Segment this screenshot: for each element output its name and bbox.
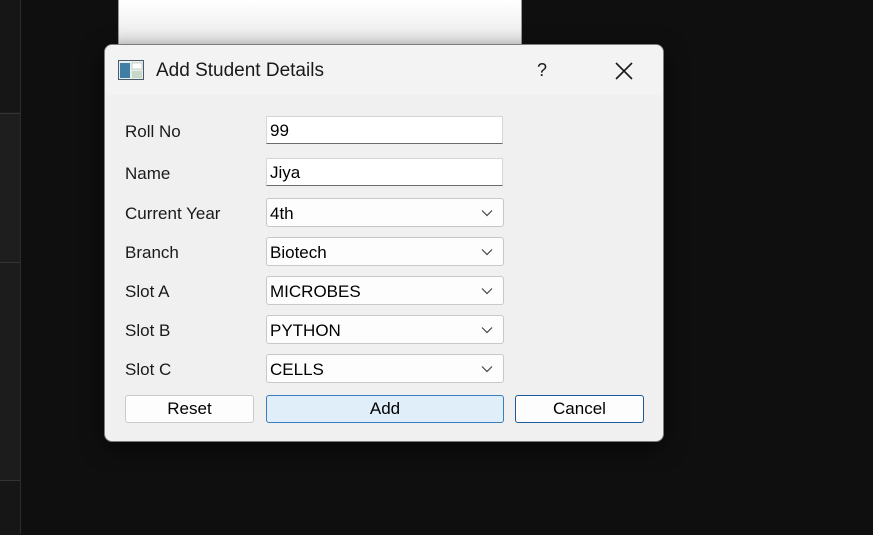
roll-no-label: Roll No — [125, 122, 181, 141]
form-window-icon — [118, 60, 144, 80]
chevron-down-icon — [481, 288, 493, 295]
slot-c-value: CELLS — [270, 360, 324, 379]
slot-a-combobox[interactable]: MICROBES — [266, 276, 504, 305]
help-button[interactable]: ? — [517, 53, 567, 87]
add-button[interactable]: Add — [266, 395, 504, 423]
background-panel — [0, 480, 20, 535]
chevron-down-icon — [481, 327, 493, 334]
dialog-title: Add Student Details — [156, 60, 324, 81]
close-icon — [615, 62, 633, 80]
slot-a-label: Slot A — [125, 282, 170, 301]
slot-b-combobox[interactable]: PYTHON — [266, 315, 504, 344]
branch-label: Branch — [125, 243, 179, 262]
chevron-down-icon — [481, 249, 493, 256]
background-panel — [0, 0, 20, 112]
slot-c-label: Slot C — [125, 360, 172, 379]
current-year-label: Current Year — [125, 204, 221, 223]
add-student-dialog: Add Student Details ? Roll No 99 Name Ji… — [104, 44, 664, 442]
slot-a-value: MICROBES — [270, 282, 361, 301]
current-year-combobox[interactable]: 4th — [266, 198, 504, 227]
roll-no-input[interactable]: 99 — [266, 116, 503, 144]
reset-button[interactable]: Reset — [125, 395, 254, 423]
name-input[interactable]: Jiya — [266, 158, 503, 186]
background-window-left — [0, 0, 21, 535]
cancel-button[interactable]: Cancel — [515, 395, 644, 423]
branch-value: Biotech — [270, 243, 327, 262]
close-button[interactable] — [599, 53, 649, 87]
slot-c-combobox[interactable]: CELLS — [266, 354, 504, 383]
background-panel — [0, 113, 20, 263]
slot-b-label: Slot B — [125, 321, 171, 340]
name-label: Name — [125, 164, 171, 183]
chevron-down-icon — [481, 210, 493, 217]
slot-b-value: PYTHON — [270, 321, 341, 340]
branch-combobox[interactable]: Biotech — [266, 237, 504, 266]
chevron-down-icon — [481, 366, 493, 373]
current-year-value: 4th — [270, 204, 294, 223]
dialog-titlebar[interactable]: Add Student Details ? — [105, 45, 663, 95]
